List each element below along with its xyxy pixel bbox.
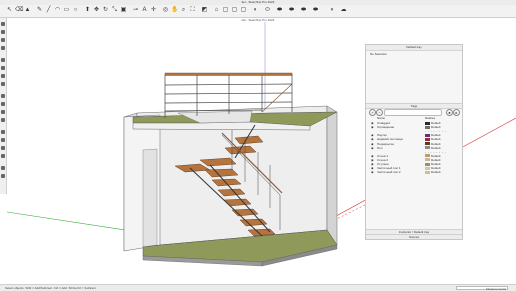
- default-tray: Default tray No Selection Tags + − ● ▸ N…: [365, 44, 463, 240]
- measurements-box[interactable]: Measurements: [456, 286, 508, 291]
- style-shaded-icon[interactable]: ⬬: [288, 7, 295, 14]
- tag-color-swatch[interactable]: [425, 125, 430, 129]
- tag-color-swatch[interactable]: [425, 162, 430, 166]
- left-tool-7-icon[interactable]: [1, 74, 5, 78]
- style-wire-icon[interactable]: ⬭: [264, 7, 271, 14]
- style-mono-icon[interactable]: ⬬: [312, 7, 319, 14]
- fog-icon[interactable]: ☁: [340, 7, 347, 14]
- left-tool-18-icon[interactable]: [1, 174, 5, 178]
- tray-header: Default tray: [366, 45, 462, 51]
- push-pull-icon[interactable]: ⬆: [84, 7, 91, 14]
- column-style[interactable]: Dashes: [425, 116, 435, 120]
- right-view-icon[interactable]: ▢: [231, 7, 238, 14]
- left-tool-8-icon[interactable]: [1, 82, 5, 86]
- tag-row[interactable]: ◉ Частичный пол 2 Default: [366, 170, 462, 174]
- tag-color-swatch[interactable]: [425, 121, 430, 125]
- right-wall: [326, 105, 338, 246]
- visibility-eye-icon[interactable]: ◉: [371, 170, 374, 174]
- left-tool-1-icon[interactable]: [1, 22, 5, 26]
- style-hidden-icon[interactable]: ⬬: [276, 7, 283, 14]
- left-tool-4-icon[interactable]: [1, 46, 5, 50]
- left-tool-17-icon[interactable]: [1, 166, 5, 170]
- left-tool-5-icon[interactable]: [1, 58, 5, 62]
- tag-color-swatch[interactable]: [425, 170, 430, 174]
- left-toolbar: [0, 18, 7, 194]
- rectangle-icon[interactable]: ▭: [63, 7, 70, 14]
- left-tool-3-icon[interactable]: [1, 38, 5, 42]
- upper-handrail: [164, 72, 293, 76]
- tag-name: Частичный пол 2: [377, 170, 401, 175]
- back-view-icon[interactable]: ▢: [240, 7, 247, 14]
- zoom-icon[interactable]: ⌕: [180, 7, 187, 14]
- main-toolbar: ↖ ⌫ ▲ ✎ ╱ ◠ ▭ ○ ⬆ ✥ ↻ ⤡ ▣ ⊸ A ✛ ◎ ✋ ⌕ ⛶ …: [0, 5, 516, 18]
- move-icon[interactable]: ✥: [93, 7, 100, 14]
- left-wall-opening: [142, 148, 158, 248]
- text-icon[interactable]: A: [141, 7, 148, 14]
- tag-color-swatch[interactable]: [425, 133, 430, 137]
- left-tool-12-icon[interactable]: [1, 118, 5, 122]
- paint-icon[interactable]: ▲: [24, 7, 31, 14]
- scale-icon[interactable]: ⤡: [111, 7, 118, 14]
- zoom-extents-icon[interactable]: ⛶: [189, 7, 196, 14]
- left-tool-14-icon[interactable]: [1, 138, 5, 142]
- left-tool-15-icon[interactable]: [1, 146, 5, 150]
- front-view-icon[interactable]: ▢: [222, 7, 229, 14]
- axes-icon[interactable]: ✛: [150, 7, 157, 14]
- tag-color-swatch[interactable]: [425, 166, 430, 170]
- entity-info-text: No Selection: [370, 52, 388, 56]
- tag-color-swatch[interactable]: [425, 146, 430, 150]
- left-tool-9-icon[interactable]: [1, 94, 5, 98]
- left-tool-13-icon[interactable]: [1, 130, 5, 134]
- tag-color-swatch[interactable]: [425, 142, 430, 145]
- tray-footer-scenes[interactable]: Scenes: [366, 234, 462, 239]
- tag-dashes[interactable]: Default: [431, 170, 441, 174]
- left-tool-16-icon[interactable]: [1, 154, 5, 158]
- column-name[interactable]: Name: [377, 116, 385, 120]
- tag-color-swatch[interactable]: [425, 158, 430, 162]
- xray-icon[interactable]: ◐: [252, 7, 259, 14]
- status-text: Select objects. Shift = Add/Subtract. Ct…: [5, 286, 97, 290]
- left-tool-10-icon[interactable]: [1, 102, 5, 106]
- tag-color-swatch[interactable]: [425, 137, 430, 141]
- style-textured-icon[interactable]: ⬬: [300, 7, 307, 14]
- shadows-icon[interactable]: ◑: [328, 7, 335, 14]
- tag-color-swatch[interactable]: [425, 154, 430, 158]
- pan-icon[interactable]: ✋: [171, 7, 178, 14]
- select-icon[interactable]: ↖: [6, 7, 13, 14]
- line-icon[interactable]: ╱: [45, 7, 52, 14]
- tags-toolbar: + − ● ▸: [366, 108, 462, 116]
- circle-icon[interactable]: ○: [72, 7, 79, 14]
- rotate-icon[interactable]: ↻: [102, 7, 109, 14]
- orbit-icon[interactable]: ◎: [162, 7, 169, 14]
- delete-tag-icon[interactable]: −: [376, 109, 383, 116]
- add-tag-icon[interactable]: +: [369, 109, 376, 116]
- pencil-icon[interactable]: ✎: [36, 7, 43, 14]
- left-tool-11-icon[interactable]: [1, 110, 5, 114]
- tape-icon[interactable]: ⊸: [132, 7, 139, 14]
- eraser-icon[interactable]: ⌫: [15, 7, 23, 14]
- color-by-tag-icon[interactable]: ●: [446, 109, 453, 116]
- left-tool-6-icon[interactable]: [1, 66, 5, 70]
- section-icon[interactable]: ◩: [201, 7, 208, 14]
- left-tool-2-icon[interactable]: [1, 30, 5, 34]
- offset-icon[interactable]: ▣: [120, 7, 127, 14]
- details-icon[interactable]: ▸: [453, 109, 460, 116]
- arc-icon[interactable]: ◠: [54, 7, 61, 14]
- standard-view-icon[interactable]: ⌂: [213, 7, 220, 14]
- tag-search-input[interactable]: [384, 109, 442, 116]
